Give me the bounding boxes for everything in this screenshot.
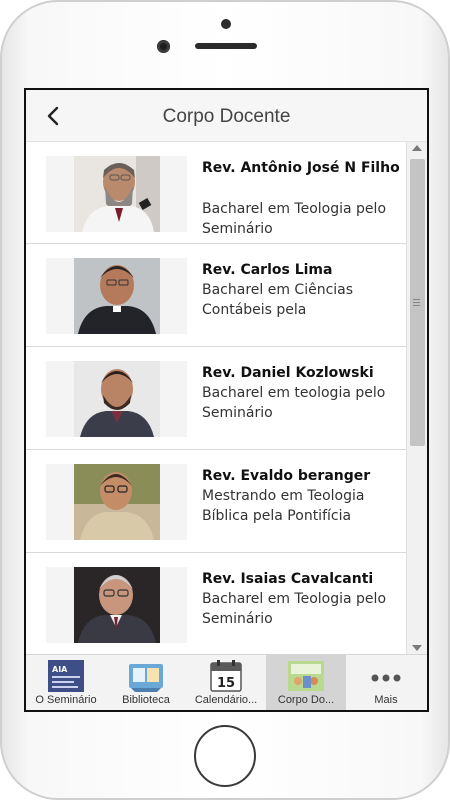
tab-o-seminario[interactable]: AIA O Seminário xyxy=(26,655,106,710)
proximity-sensor xyxy=(221,19,231,29)
faculty-name: Rev. Carlos Lima xyxy=(202,262,333,278)
phone-frame: Corpo Docente Rev. Antônio José N Filho … xyxy=(0,0,450,800)
photo-man-beard xyxy=(74,361,160,437)
tab-label: Corpo Do... xyxy=(277,694,335,706)
faculty-name: Rev. Antônio José N Filho xyxy=(202,160,400,176)
photo-older-man-glasses xyxy=(74,567,160,643)
faculty-description: Mestrando em Teologia Bíblica pela Ponti… xyxy=(202,488,365,524)
faculty-list-item[interactable]: Rev. Daniel Kozlowski Bacharel em teolog… xyxy=(26,347,406,450)
faculty-list-item[interactable]: Rev. Isaias Cavalcanti Bacharel em Teolo… xyxy=(26,553,406,654)
faculty-description: Bacharel em teologia pelo Seminário xyxy=(202,385,386,421)
home-button[interactable] xyxy=(194,725,256,787)
library-icon xyxy=(129,664,163,692)
app-screen: Corpo Docente Rev. Antônio José N Filho … xyxy=(24,88,429,712)
faculty-list: Rev. Antônio José N Filho Bacharel em Te… xyxy=(26,142,406,654)
bottom-tab-bar: AIA O Seminário Biblioteca 15 Calendário… xyxy=(26,654,427,710)
scrollbar-thumb[interactable] xyxy=(410,159,425,446)
seminary-logo-icon: AIA xyxy=(48,660,84,692)
thumbnail-frame xyxy=(46,567,187,643)
tab-label: Mais xyxy=(374,694,398,706)
svg-text:AIA: AIA xyxy=(52,665,68,674)
calendar-day-number: 15 xyxy=(217,676,235,691)
faculty-description: Bacharel em Ciências Contábeis pela xyxy=(202,282,354,318)
navigation-bar: Corpo Docente xyxy=(26,90,427,142)
scroll-down-arrow-icon[interactable] xyxy=(412,645,422,651)
photo-man-clerical-collar xyxy=(74,258,160,334)
faculty-name: Rev. Isaias Cavalcanti xyxy=(202,571,374,587)
faculty-list-item[interactable]: Rev. Carlos Lima Bacharel em Ciências Co… xyxy=(26,244,406,347)
thumbnail-frame xyxy=(46,258,187,334)
tab-corpo-docente[interactable]: Corpo Do... xyxy=(266,655,346,710)
faculty-name: Rev. Daniel Kozlowski xyxy=(202,365,374,381)
faculty-description: Bacharel em Teologia pelo Seminário xyxy=(202,201,387,237)
scrollbar[interactable] xyxy=(406,142,427,654)
front-camera xyxy=(157,40,170,53)
earpiece-speaker xyxy=(195,43,257,49)
tab-biblioteca[interactable]: Biblioteca xyxy=(106,655,186,710)
tab-mais[interactable]: Mais xyxy=(346,655,426,710)
tab-calendario[interactable]: 15 Calendário... xyxy=(186,655,266,710)
tab-label: Calendário... xyxy=(194,694,258,706)
tab-label: O Seminário xyxy=(35,694,97,706)
photo-bearded-man xyxy=(74,156,160,232)
photo-man-glasses xyxy=(74,464,160,540)
scroll-up-arrow-icon[interactable] xyxy=(412,145,422,151)
thumbnail-frame xyxy=(46,361,187,437)
faculty-description: Bacharel em Teologia pelo Seminário xyxy=(202,591,387,627)
faculty-name: Rev. Evaldo beranger xyxy=(202,468,371,484)
calendar-icon: 15 xyxy=(210,660,242,692)
faculty-icon xyxy=(288,661,324,691)
page-title: Corpo Docente xyxy=(162,106,291,127)
thumbnail-frame xyxy=(46,156,187,232)
faculty-list-item[interactable]: Rev. Evaldo beranger Mestrando em Teolog… xyxy=(26,450,406,553)
faculty-list-item[interactable]: Rev. Antônio José N Filho Bacharel em Te… xyxy=(26,142,406,244)
more-icon xyxy=(371,674,401,682)
tab-label: Biblioteca xyxy=(122,694,170,706)
thumbnail-frame xyxy=(46,464,187,540)
